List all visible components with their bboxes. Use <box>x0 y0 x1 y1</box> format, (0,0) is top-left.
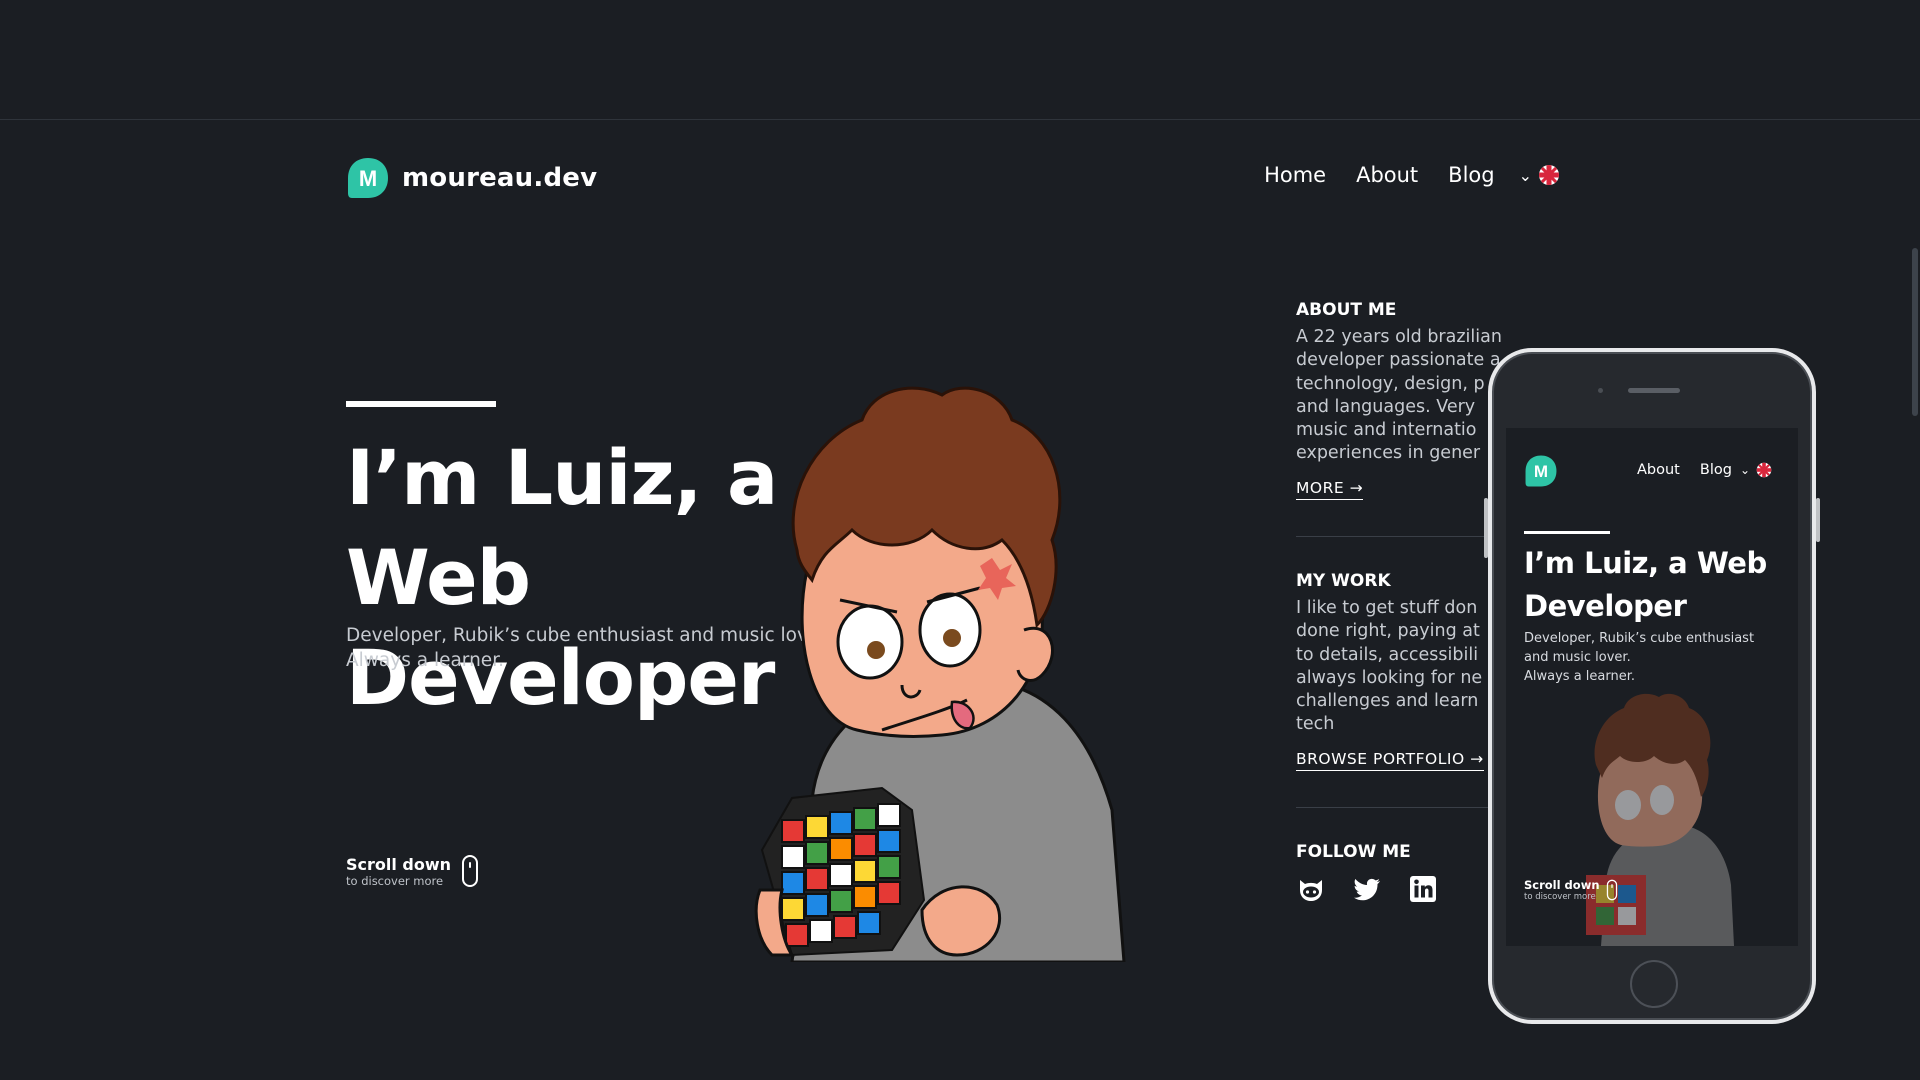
phone-mouse-icon <box>1606 879 1617 901</box>
scroll-hint-text: Scroll down to discover more <box>346 855 451 888</box>
logo-letter: M <box>359 166 377 191</box>
nav-about-link[interactable]: About <box>1356 163 1418 187</box>
about-line: music and internatio <box>1296 420 1477 441</box>
phone-logo-icon: M <box>1525 455 1557 487</box>
scrollbar-thumb[interactable] <box>1912 248 1918 416</box>
work-line: always looking for ne <box>1296 667 1483 688</box>
phone-hero-title: I’m Luiz, a Web Developer <box>1524 546 1767 623</box>
follow-title: FOLLOW ME <box>1296 842 1411 862</box>
work-line: I like to get stuff don <box>1296 598 1478 618</box>
work-title: MY WORK <box>1296 571 1391 591</box>
work-line: tech <box>1296 714 1335 735</box>
phone-uk-flag-icon <box>1756 462 1772 478</box>
phone-home-button <box>1630 960 1678 1008</box>
phone-scroll-title: Scroll down <box>1524 878 1600 892</box>
site-logo-link[interactable]: M moureau.dev <box>346 156 597 200</box>
phone-subtitle-line: Always a learner. <box>1524 669 1636 684</box>
phone-logo-letter: M <box>1534 462 1548 481</box>
phone-screen: M About Blog ⌄ I’m Luiz, a Web Developer… <box>1506 428 1798 946</box>
github-icon[interactable] <box>1296 874 1326 904</box>
about-line: developer passionate a <box>1296 350 1501 371</box>
top-divider <box>0 119 1920 120</box>
phone-speaker <box>1628 388 1680 393</box>
phone-hero-rule <box>1524 531 1610 534</box>
phone-hero-subtitle: Developer, Rubik’s cube enthusiast and m… <box>1524 629 1794 686</box>
phone-subtitle-line: Developer, Rubik’s cube enthusiast <box>1524 631 1755 646</box>
main-nav: Home About Blog ⌄ <box>1264 163 1560 187</box>
language-selector[interactable]: ⌄ <box>1519 164 1560 186</box>
about-more-link[interactable]: MORE → <box>1296 479 1364 500</box>
phone-nav: About Blog ⌄ <box>1637 462 1772 478</box>
mouse-icon <box>462 855 479 887</box>
about-line: and languages. Very <box>1296 396 1476 417</box>
phone-camera <box>1598 388 1603 393</box>
about-title: ABOUT ME <box>1296 300 1397 320</box>
site-name: moureau.dev <box>402 163 598 193</box>
work-body: I like to get stuff don done right, payi… <box>1296 597 1506 737</box>
about-body: A 22 years old brazilian developer passi… <box>1296 326 1506 466</box>
follow-section: FOLLOW ME <box>1296 842 1506 904</box>
browse-portfolio-link[interactable]: BROWSE PORTFOLIO → <box>1296 750 1484 771</box>
section-divider <box>1296 536 1506 537</box>
phone-mockup: M About Blog ⌄ I’m Luiz, a Web Developer… <box>1484 348 1820 1024</box>
twitter-icon[interactable] <box>1352 874 1382 904</box>
scroll-subtitle: to discover more <box>346 873 444 888</box>
nav-home-link[interactable]: Home <box>1264 163 1326 187</box>
about-line: experiences in gener <box>1296 443 1481 464</box>
scroll-title: Scroll down <box>346 854 452 874</box>
work-section: MY WORK I like to get stuff don done rig… <box>1296 571 1506 771</box>
work-line: to details, accessibili <box>1296 644 1479 665</box>
phone-scroll-subtitle: to discover more <box>1524 892 1596 902</box>
phone-character-illustration <box>1586 693 1734 946</box>
phone-nav-blog: Blog <box>1699 462 1732 478</box>
social-links <box>1296 874 1506 904</box>
chevron-down-icon: ⌄ <box>1518 165 1532 185</box>
work-line: done right, paying at <box>1296 621 1480 642</box>
phone-side-button <box>1816 498 1820 542</box>
linkedin-icon[interactable] <box>1408 874 1438 904</box>
phone-nav-about: About <box>1637 462 1680 478</box>
hero-accent-rule <box>346 401 496 407</box>
section-divider <box>1296 807 1506 808</box>
character-illustration <box>754 386 1126 962</box>
scroll-down-hint[interactable]: Scroll down to discover more <box>346 854 479 888</box>
phone-side-button <box>1484 498 1488 558</box>
nav-blog-link[interactable]: Blog <box>1448 163 1494 187</box>
page-scrollbar[interactable] <box>1908 120 1920 1080</box>
phone-scroll-hint: Scroll down to discover more <box>1524 878 1618 902</box>
about-line: A 22 years old brazilian <box>1296 327 1502 347</box>
uk-flag-icon <box>1539 165 1559 185</box>
work-line: challenges and learn <box>1296 691 1479 712</box>
about-section: ABOUT ME A 22 years old brazilian develo… <box>1296 300 1506 500</box>
phone-chevron-down-icon: ⌄ <box>1739 463 1750 477</box>
phone-subtitle-line: and music lover. <box>1524 650 1631 665</box>
about-line: technology, design, p <box>1296 373 1485 394</box>
logo-icon: M <box>348 158 388 198</box>
